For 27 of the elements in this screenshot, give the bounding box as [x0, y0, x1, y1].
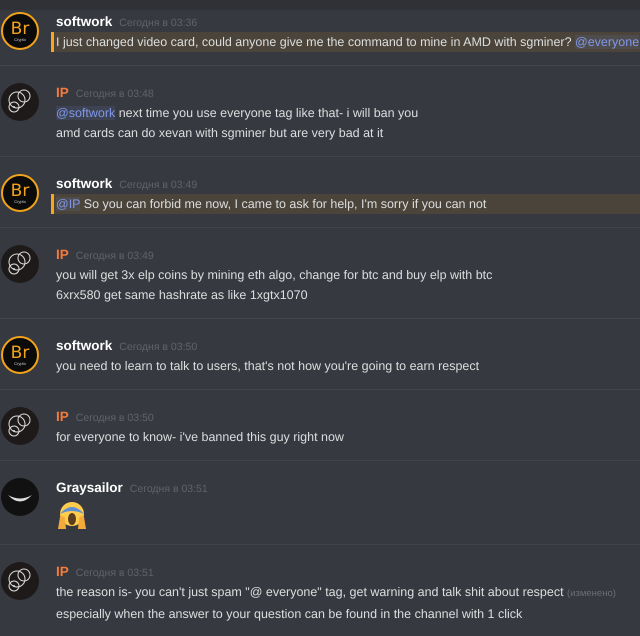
message-text: @softwork next time you use everyone tag like that- i will ban you	[56, 105, 420, 122]
message-text: @IP So you can forbid me now, I came to ask for help, I'm sorry if you can not	[56, 196, 488, 213]
username[interactable]: softwork	[56, 12, 112, 32]
avatar[interactable]	[1, 478, 39, 516]
logo-text: Br	[10, 344, 30, 362]
user-mention[interactable]: @softwork	[56, 106, 116, 120]
circles-avatar[interactable]	[1, 562, 39, 600]
message-text: I just changed video card, could anyone give me the command to mine in AMD with sgminer? @everyone	[56, 34, 640, 51]
username[interactable]: IP	[56, 562, 69, 582]
circles-avatar[interactable]	[1, 407, 39, 445]
message-text: you need to learn to talk to users, that's not how you're going to earn respect	[56, 358, 480, 375]
message-text: 6xrx580 get same hashrate as like 1xgtx1070	[56, 287, 309, 304]
username[interactable]: IP	[56, 83, 69, 103]
username[interactable]: IP	[56, 407, 69, 427]
username[interactable]: Graysailor	[56, 478, 123, 498]
circles-avatar[interactable]	[1, 83, 39, 121]
username[interactable]: softwork	[56, 174, 112, 194]
username[interactable]: IP	[56, 245, 69, 265]
screaming-emoji-icon	[56, 499, 88, 531]
message-text: especially when the answer to your question can be found in the channel with 1 click	[56, 606, 524, 623]
logo-text: Br	[10, 20, 30, 38]
circles-avatar[interactable]	[1, 245, 39, 283]
message-text: amd cards can do xevan with sgminer but are very bad at it	[56, 125, 384, 142]
username[interactable]: softwork	[56, 336, 112, 356]
logo-text: Br	[10, 182, 30, 200]
message-text: for everyone to know- i've banned this guy right now	[56, 429, 345, 446]
message-text: you will get 3x elp coins by mining eth algo, change for btc and buy elp with btc	[56, 267, 494, 284]
